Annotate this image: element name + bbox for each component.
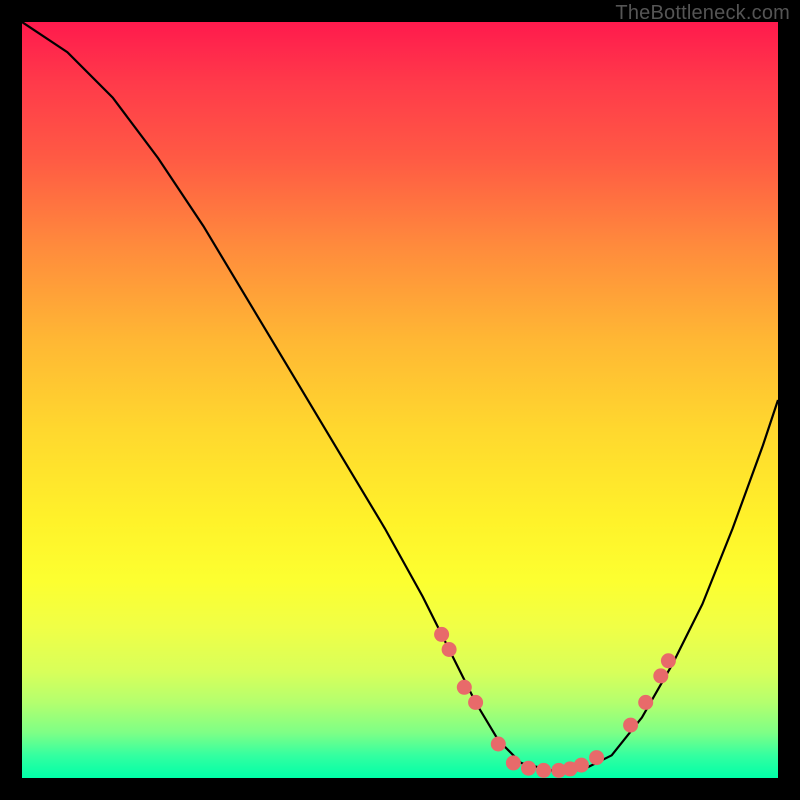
chart-marker (506, 755, 521, 770)
chart-marker (521, 761, 536, 776)
chart-marker (638, 695, 653, 710)
chart-marker (589, 750, 604, 765)
chart-marker (653, 668, 668, 683)
chart-marker (468, 695, 483, 710)
chart-marker (536, 763, 551, 778)
chart-marker (623, 718, 638, 733)
chart-marker (442, 642, 457, 657)
chart-markers (434, 627, 676, 778)
chart-marker (457, 680, 472, 695)
chart-marker (491, 737, 506, 752)
chart-marker (434, 627, 449, 642)
bottleneck-chart (22, 22, 778, 778)
chart-marker (661, 653, 676, 668)
chart-marker (574, 758, 589, 773)
